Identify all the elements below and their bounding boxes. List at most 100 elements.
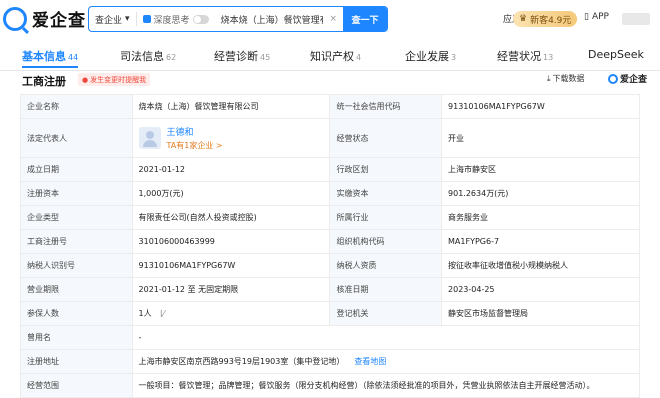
chevron-down-icon: ▾ [125,14,130,24]
district-label: 行政区划 [329,157,443,182]
view-map-link[interactable]: 查看地图 [354,357,386,366]
tab-label: 知识产权 [310,50,354,63]
paid-capital-value: 901.2634万(元) [441,181,640,206]
credit-code-label: 统一社会信用代码 [329,94,443,119]
search-button[interactable]: 查一下 [343,7,387,31]
logo[interactable]: 爱企查 [3,6,86,31]
status-label: 经营状态 [329,118,443,158]
table-row: 参保人数 1人 ⌊⁄ 登记机关 静安区市场监督管理局 [20,301,640,326]
tab-judicial-info[interactable]: 司法信息 62 [120,48,176,64]
section-title: 工商注册 [22,75,66,88]
tab-count: 4 [356,53,362,62]
credit-code-value: 91310106MA1FYPG67W [441,94,640,119]
tab-label: DeepSeek [588,48,644,61]
tab-label: 基本信息 [22,50,66,63]
legal-rep-link[interactable]: 王德和 [167,125,223,138]
tab-count: 45 [260,53,271,62]
active-tab-indicator [22,66,78,68]
term-value: 2021-01-12 至 无固定期限 [131,277,331,302]
phone-icon: ▯ [584,12,589,22]
table-row: 注册地址 上海市静安区南京西路993号19层1903室（集中登记地） 查看地图 [20,349,641,374]
former-name-value: - [131,325,641,350]
org-code-value: MA1FYPG6-7 [441,229,640,254]
vip-button[interactable]: ♛ 新客4.9元 [513,11,578,27]
status-value: 开业 [441,118,640,158]
table-row: 工商注册号 310106000463999 组织机构代码 MA1FYPG6-7 [20,229,640,254]
avatar[interactable] [138,127,161,149]
search-type-select[interactable]: 查企业 ▾ [89,12,137,26]
tab-deepseek[interactable]: DeepSeek [588,48,644,61]
change-alert-label: 发生变更时提醒我 [90,75,147,84]
table-row: 纳税人识别号 91310106MA1FYPG67W 纳税人资质 按征收率征收增值… [20,253,640,278]
reg-capital-value: 1,000万(元) [131,181,331,206]
watermark-text: 爱企查 [620,75,648,85]
logo-text: 爱企查 [32,11,86,31]
app-label: APP [591,12,609,22]
insured-value: 1人 [138,309,152,318]
org-code-label: 组织机构代码 [329,229,443,254]
tab-ip[interactable]: 知识产权 4 [310,48,361,64]
top-bar: 爱企查 查企业 ▾ 深度思考 烧本烧（上海）餐饮管理有限公司 × 查一下 应用 … [0,0,660,38]
table-row: 营业期限 2021-01-12 至 无固定期限 核准日期 2023-04-25 [20,277,640,302]
toggle-switch[interactable] [192,14,209,24]
deep-think-label: 深度思考 [153,15,190,26]
search-input[interactable]: 烧本烧（上海）餐饮管理有限公司 [215,13,324,26]
change-alert-button[interactable]: ● 发生变更时提醒我 [78,73,151,86]
approval-label: 核准日期 [329,277,443,302]
taxpayer-qual-label: 纳税人资质 [329,253,443,278]
founded-value: 2021-01-12 [131,157,331,182]
business-registration-table: 企业名称 烧本烧（上海）餐饮管理有限公司 统一社会信用代码 91310106MA… [20,94,641,398]
logo-icon [608,73,618,84]
trend-chart-icon[interactable]: ⌊⁄ [160,309,164,318]
taxpayer-id-label: 纳税人识别号 [20,253,133,278]
table-row: 企业类型 有限责任公司(自然人投资或控股) 所属行业 商务服务业 [20,205,640,230]
download-icon: ⤓ [547,73,551,83]
founded-label: 成立日期 [20,157,133,182]
insured-label: 参保人数 [20,301,133,326]
taxpayer-qual-value: 按征收率征收增值税小规模纳税人 [441,253,640,278]
reg-no-value: 310106000463999 [131,229,331,254]
table-row: 法定代表人 王德和 TA有1家企业 > 经营状态 开业 [20,118,640,158]
term-label: 营业期限 [20,277,133,302]
tab-count: 13 [543,53,554,62]
watermark-logo: 爱企查 [608,72,647,85]
legal-rep-label: 法定代表人 [20,118,133,158]
former-name-label: 曾用名 [20,325,133,350]
tab-development[interactable]: 企业发展 3 [405,48,456,64]
tab-bar: 基本信息 44 司法信息 62 经营诊断 45 知识产权 4 企业发展 3 经营状况 13 … [0,46,660,71]
company-type-value: 有限责任公司(自然人投资或控股) [131,205,331,230]
tab-label: 经营诊断 [214,50,258,63]
deep-think-icon [142,15,151,23]
download-button[interactable]: ⤓ 下载数据 [547,73,585,84]
tab-label: 企业发展 [405,50,449,63]
search-type-label: 查企业 [95,15,123,26]
company-type-label: 企业类型 [20,205,133,230]
user-avatar[interactable] [622,13,650,25]
industry-label: 所属行业 [329,205,443,230]
crown-icon: ♛ [519,14,528,24]
download-label: 下载数据 [552,74,585,83]
table-row: 注册资本 1,000万(元) 实缴资本 901.2634万(元) [20,181,640,206]
address-cell: 上海市静安区南京西路993号19层1903室（集中登记地） 查看地图 [131,349,641,374]
tab-business-diagnosis[interactable]: 经营诊断 45 [214,48,270,64]
taxpayer-id-value: 91310106MA1FYPG67W [131,253,331,278]
search-box: 查企业 ▾ 深度思考 烧本烧（上海）餐饮管理有限公司 × 查一下 [88,6,388,32]
reg-no-label: 工商注册号 [20,229,133,254]
address-value: 上海市静安区南京西路993号19层1903室（集中登记地） [138,357,345,366]
tab-count: 62 [166,53,177,62]
app-download[interactable]: ▯ APP [584,12,609,22]
legal-rep-companies-link[interactable]: TA有1家企业 > [167,140,223,151]
paid-capital-label: 实缴资本 [329,181,443,206]
legal-rep-cell: 王德和 TA有1家企业 > [131,118,331,158]
table-row: 成立日期 2021-01-12 行政区划 上海市静安区 [20,157,640,182]
industry-value: 商务服务业 [441,205,640,230]
company-name-label: 企业名称 [20,94,133,119]
tab-operations[interactable]: 经营状况 13 [497,48,553,64]
company-name-value: 烧本烧（上海）餐饮管理有限公司 [131,94,331,119]
tab-basic-info[interactable]: 基本信息 44 [22,48,78,64]
vip-label: 新客4.9元 [530,15,572,26]
tab-count: 3 [451,53,457,62]
approval-value: 2023-04-25 [441,277,640,302]
clear-icon[interactable]: × [323,14,343,24]
deep-think-toggle[interactable]: 深度思考 [137,13,215,26]
